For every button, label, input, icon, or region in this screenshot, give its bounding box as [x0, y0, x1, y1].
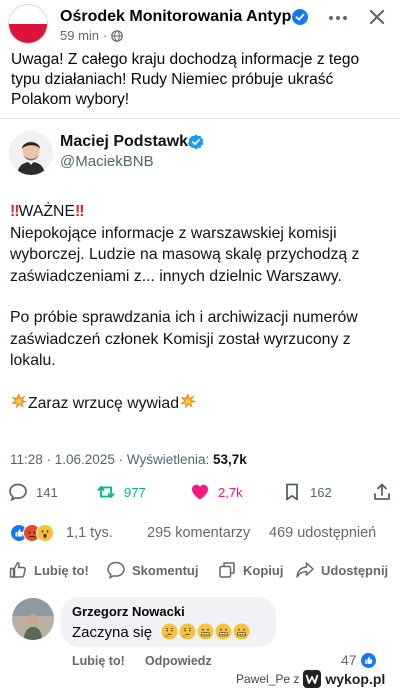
heart-icon — [192, 484, 208, 500]
comment-bubble-icon — [107, 561, 125, 580]
reactions-summary: 1,1 tys. 295 komentarzy 469 udostępnień — [0, 520, 400, 546]
like-button[interactable]: 2,7k — [190, 479, 243, 505]
page-avatar-poland-flag[interactable] — [8, 4, 48, 44]
share-tweet-button[interactable] — [372, 479, 392, 505]
double-exclamation-icon: !! — [75, 203, 84, 220]
tweet-body: !!WAŻNE!! Niepokojące informacje z warsz… — [10, 201, 394, 414]
verified-badge-icon — [292, 9, 308, 25]
thinking-face-icon — [161, 623, 178, 640]
embedded-tweet[interactable]: Maciej Podstawka @MaciekBNB !!WAŻNE!! Ni… — [0, 118, 400, 512]
comment-button[interactable]: Skomentuj — [106, 558, 198, 582]
tweet-actions: 141 977 2,7k 162 — [0, 479, 400, 509]
wow-reaction-icon — [36, 524, 54, 542]
comment-like-number: 47 — [341, 652, 357, 668]
shares-count[interactable]: 469 udostępnień — [269, 525, 376, 541]
comments-count[interactable]: 295 komentarzy — [147, 525, 250, 541]
bookmark-count: 162 — [310, 484, 332, 500]
reply-count: 141 — [36, 484, 58, 500]
grimacing-face-icon — [233, 623, 250, 640]
tweet-author-name[interactable]: Maciej Podstawka — [60, 133, 197, 151]
page-name[interactable]: Ośrodek Monitorowania Antyp… — [60, 8, 300, 26]
tweet-date: 11:28 · 1.06.2025 · Wyświetlenia: — [10, 452, 213, 467]
comment-like-button[interactable]: Lubię to! — [72, 654, 125, 668]
tweet-timestamp: 11:28 · 1.06.2025 · Wyświetlenia: 53,7k — [10, 452, 247, 467]
retweet-icon — [97, 486, 115, 498]
retweet-button[interactable]: 977 — [96, 479, 146, 505]
thumbs-up-icon — [9, 562, 26, 578]
copy-icon — [219, 562, 235, 578]
post-meta: 59 min · — [60, 28, 124, 43]
tweet-author-handle[interactable]: @MaciekBNB — [60, 153, 154, 170]
post-text: Uwaga! Z całego kraju dochodzą informacj… — [11, 51, 360, 108]
close-icon[interactable] — [366, 6, 388, 28]
tweet-headline: WAŻNE — [18, 203, 75, 220]
bookmark-icon — [286, 483, 298, 501]
commenter-avatar[interactable] — [12, 598, 54, 640]
tweet-paragraph-2: Po próbie sprawdzania ich i archiwizacji… — [10, 309, 358, 369]
share-button[interactable]: Udostępnij — [295, 558, 388, 582]
comment-like-count[interactable]: 47 — [341, 652, 376, 668]
like-reaction-icon — [360, 652, 376, 668]
wykop-logo-icon — [303, 669, 322, 688]
grimacing-face-icon — [197, 623, 214, 640]
double-exclamation-icon: !! — [10, 203, 19, 220]
share-label: Udostępnij — [321, 562, 389, 578]
globe-icon — [111, 29, 124, 42]
collision-icon — [11, 392, 27, 409]
tweet-headline-line: !!WAŻNE!! — [10, 201, 394, 223]
comment-label: Skomentuj — [132, 562, 199, 578]
like-count: 2,7k — [218, 484, 243, 500]
tweet-views: 53,7k — [213, 452, 247, 467]
tweet-paragraph-3-line: Zaraz wrzucę wywiad — [10, 392, 394, 415]
thinking-face-icon — [179, 623, 196, 640]
wykop-watermark: Pawel_Pe z wykop.pl — [236, 669, 385, 688]
post-time: 59 min — [60, 28, 100, 43]
post-actions: Lubię to! Skomentuj Kopiuj Udostępnij — [0, 554, 400, 586]
comment-author[interactable]: Grzegorz Nowacki — [72, 604, 185, 619]
reaction-count[interactable]: 1,1 tys. — [66, 525, 113, 541]
more-options-button[interactable] — [326, 8, 350, 28]
collision-icon — [180, 392, 196, 409]
reaction-icons[interactable] — [10, 524, 62, 542]
like-post-button[interactable]: Lubię to! — [8, 558, 89, 582]
post-header: Ośrodek Monitorowania Antyp… 59 min · — [0, 0, 400, 48]
watermark-user: Pawel_Pe z — [236, 671, 300, 686]
grimacing-face-icon — [215, 623, 232, 640]
tweet-author-avatar[interactable] — [9, 131, 53, 175]
tweet-paragraph-3: Zaraz wrzucę wywiad — [28, 394, 179, 412]
share-upload-icon — [374, 483, 390, 500]
comment-reply-button[interactable]: Odpowiedz — [145, 654, 212, 668]
watermark-site: wykop.pl — [325, 670, 386, 687]
comment-bubble: Grzegorz Nowacki Zaczyna się — [61, 597, 276, 647]
reply-button[interactable]: 141 — [8, 479, 58, 505]
reply-bubble-icon — [9, 483, 27, 502]
comment-text: Zaczyna się — [72, 624, 153, 641]
copy-button[interactable]: Kopiuj — [217, 558, 283, 582]
share-arrow-icon — [296, 562, 314, 578]
tweet-paragraph-1: Niepokojące informacje z warszawskiej ko… — [10, 224, 360, 285]
like-post-label: Lubię to! — [34, 562, 89, 578]
copy-label: Kopiuj — [243, 562, 284, 578]
bookmark-button[interactable]: 162 — [282, 479, 332, 505]
retweet-count: 977 — [124, 484, 146, 500]
verified-badge-icon — [188, 134, 204, 150]
comment-text-line: Zaczyna się — [72, 623, 250, 641]
